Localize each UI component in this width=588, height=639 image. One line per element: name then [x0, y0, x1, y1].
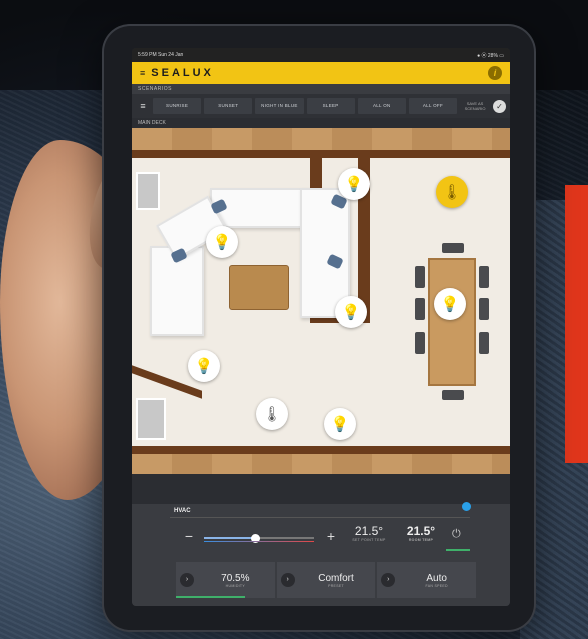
scenario-sunset-button[interactable]: SUNSET [204, 98, 253, 114]
humidity-accent-line [176, 596, 246, 598]
scenarios-label: SCENARIOS [132, 84, 510, 94]
preset-value: Comfort [318, 572, 354, 584]
light-fixture[interactable]: 💡 [335, 296, 367, 328]
chair [442, 243, 464, 253]
fan-speed-text: Auto FAN SPEED [401, 573, 472, 588]
scenario-night-in-blue-button[interactable]: NIGHT IN BLUE [255, 98, 304, 114]
hvac-toggle[interactable] [462, 502, 471, 511]
light-fixture[interactable]: 💡 [206, 226, 238, 258]
hvac-divider [170, 517, 470, 518]
increase-temp-button[interactable]: + [324, 528, 338, 544]
chair [415, 332, 425, 354]
save-scenario-label: SAVE AS SCENARIO [464, 101, 486, 111]
chevron-right-icon[interactable]: › [180, 573, 194, 587]
room-temp: 21.5° ROOM TEMP [398, 524, 444, 542]
lightbulb-icon: 💡 [440, 296, 460, 313]
menu-lines-icon: ≡ [140, 68, 149, 78]
chair [479, 266, 489, 288]
tablet-screen: 5:59 PM Sun 24 Jan ● ⦿ 28% ▭ ≡ SEALUX i … [132, 48, 510, 606]
status-time: 5:59 PM Sun 24 Jan [138, 52, 184, 58]
hvac-panel: HVAC − + 21.5° SET POINT TEMP 21.5° ROOM… [132, 502, 510, 606]
app-header: ≡ SEALUX i [132, 62, 510, 84]
humidity-card[interactable]: › 70.5% HUMIDITY [176, 562, 275, 598]
temp-slider-fill [204, 537, 255, 539]
scenario-sleep-button[interactable]: SLEEP [306, 98, 355, 114]
light-fixture[interactable]: 💡 [188, 350, 220, 382]
red-signage [565, 185, 588, 463]
lightbulb-icon: 💡 [194, 358, 214, 375]
humidity-text: 70.5% HUMIDITY [200, 573, 271, 588]
lightbulb-icon: 💡 [344, 176, 364, 193]
coffee-table [229, 265, 289, 310]
power-status-line [446, 549, 470, 551]
humidity-caption: HUMIDITY [225, 583, 245, 588]
temp-slider[interactable] [204, 534, 314, 543]
scenario-all-on-button[interactable]: ALL ON [357, 98, 406, 114]
status-battery: ● ⦿ 28% ▭ [477, 52, 504, 59]
fan-speed-caption: FAN SPEED [425, 583, 448, 588]
fan-speed-card[interactable]: › Auto FAN SPEED [377, 562, 477, 598]
brand-name: SEALUX [151, 67, 214, 79]
info-button[interactable]: i [488, 66, 502, 80]
light-fixture[interactable]: 💡 [434, 288, 466, 320]
room-temp-caption: ROOM TEMP [408, 538, 434, 542]
chevron-right-icon[interactable]: › [280, 573, 295, 587]
rgb-light-fixture[interactable]: 💡 [324, 408, 356, 440]
chevron-right-icon[interactable]: › [381, 573, 396, 587]
room-temp-value: 21.5° [406, 524, 436, 538]
light-fixture[interactable]: 💡 [338, 168, 370, 200]
rgb-bulb-icon: 💡 [330, 416, 350, 433]
wood-deck-bottom [132, 454, 510, 474]
set-point-temp: 21.5° SET POINT TEMP [346, 524, 392, 542]
stair-bottom-left [136, 398, 166, 440]
deck-label: MAIN DECK [132, 118, 510, 128]
scenario-sunrise-button[interactable]: SUNRISE [153, 98, 202, 114]
set-point-value: 21.5° [354, 524, 384, 538]
lightbulb-icon: 💡 [212, 234, 232, 251]
chair [442, 390, 464, 400]
status-bar: 5:59 PM Sun 24 Jan ● ⦿ 28% ▭ [132, 48, 510, 62]
hvac-title: HVAC [174, 508, 191, 514]
save-scenario-button[interactable]: ✓ [493, 99, 507, 113]
thermometer-icon: 🌡 [262, 406, 282, 423]
wall-bottom [132, 446, 510, 454]
thermometer-icon: 🌡 [442, 184, 462, 201]
set-point-caption: SET POINT TEMP [352, 538, 386, 542]
decrease-temp-button[interactable]: − [182, 528, 196, 544]
deck-plan: 💡 🌡 💡 💡 💡 💡 🌡 💡 [132, 128, 510, 474]
humidity-value: 70.5% [221, 572, 250, 584]
wall-top [132, 150, 510, 158]
fan-speed-value: Auto [426, 572, 447, 584]
chair [479, 332, 489, 354]
dining-table [428, 258, 476, 386]
photo-scene: 5:59 PM Sun 24 Jan ● ⦿ 28% ▭ ≡ SEALUX i … [0, 0, 588, 639]
preset-text: Comfort PRESET [301, 573, 372, 588]
climate-fixture[interactable]: 🌡 [256, 398, 288, 430]
stair-top-left [136, 172, 160, 210]
temp-gradient-bar [204, 541, 314, 542]
preset-caption: PRESET [328, 583, 344, 588]
lightbulb-icon: 💡 [341, 304, 361, 321]
preset-card[interactable]: › Comfort PRESET [276, 562, 376, 598]
chair [415, 298, 425, 320]
climate-fixture[interactable]: 🌡 [436, 176, 468, 208]
power-icon[interactable]: ⏻ [452, 528, 461, 541]
hvac-cards: › 70.5% HUMIDITY › Comfort PRESET › Auto… [176, 562, 477, 598]
chair [479, 298, 489, 320]
chair [415, 266, 425, 288]
wood-deck-top [132, 128, 510, 150]
scenario-bar: ≡ SUNRISE SUNSET NIGHT IN BLUE SLEEP ALL… [132, 94, 510, 118]
menu-button[interactable]: ≡ [136, 99, 150, 113]
scenario-all-off-button[interactable]: ALL OFF [408, 98, 458, 114]
brand-logo: ≡ SEALUX [140, 67, 214, 79]
